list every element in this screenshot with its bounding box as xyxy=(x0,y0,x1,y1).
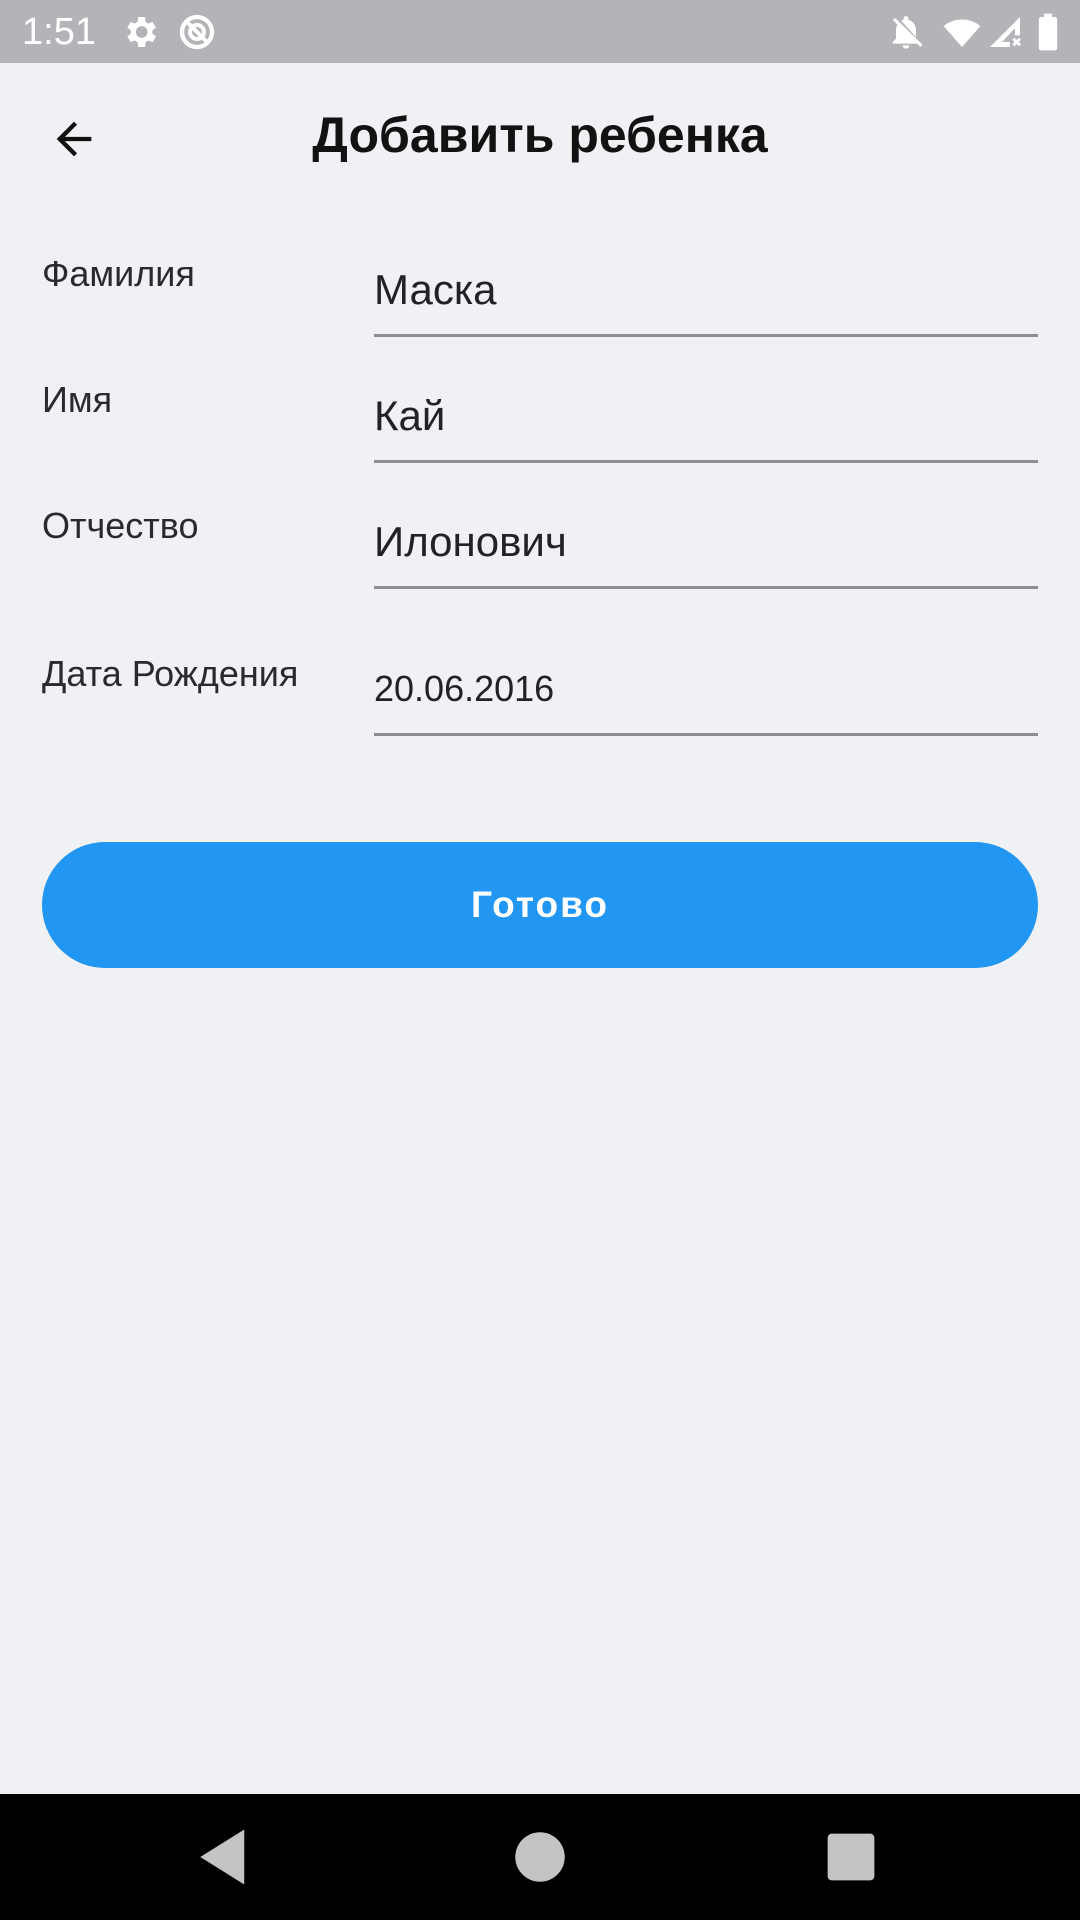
screen: 1:51 Добавить ребенка Фамилия Маска Имя … xyxy=(0,0,1080,1920)
last-name-field[interactable] xyxy=(374,245,1038,337)
nav-home-button[interactable] xyxy=(507,1824,573,1890)
home-circle-icon xyxy=(515,1832,565,1882)
birth-date-field[interactable] xyxy=(374,645,1038,736)
done-button[interactable]: Готово xyxy=(42,842,1038,968)
back-triangle-icon xyxy=(200,1829,245,1885)
birth-date-label: Дата Рождения xyxy=(42,653,299,694)
last-name-label: Фамилия xyxy=(42,253,195,294)
recents-square-icon xyxy=(827,1833,875,1881)
patronymic-field[interactable] xyxy=(374,497,1038,589)
nav-recents-button[interactable] xyxy=(818,1824,884,1890)
wifi-icon xyxy=(942,12,982,52)
page-title: Добавить ребенка xyxy=(312,107,768,163)
signal-icon xyxy=(985,12,1025,52)
notifications-off-icon xyxy=(886,12,926,52)
app-bar: Добавить ребенка xyxy=(0,63,1080,213)
first-name-label: Имя xyxy=(42,379,113,420)
status-bar: 1:51 xyxy=(0,0,1080,63)
first-name-field[interactable] xyxy=(374,371,1038,463)
navigation-bar xyxy=(0,1794,1080,1920)
nav-back-button[interactable] xyxy=(192,1824,258,1890)
status-time: 1:51 xyxy=(22,11,96,53)
data-saver-icon xyxy=(177,12,217,52)
battery-icon xyxy=(1030,12,1066,52)
patronymic-label: Отчество xyxy=(42,505,199,546)
gear-icon xyxy=(120,12,160,52)
